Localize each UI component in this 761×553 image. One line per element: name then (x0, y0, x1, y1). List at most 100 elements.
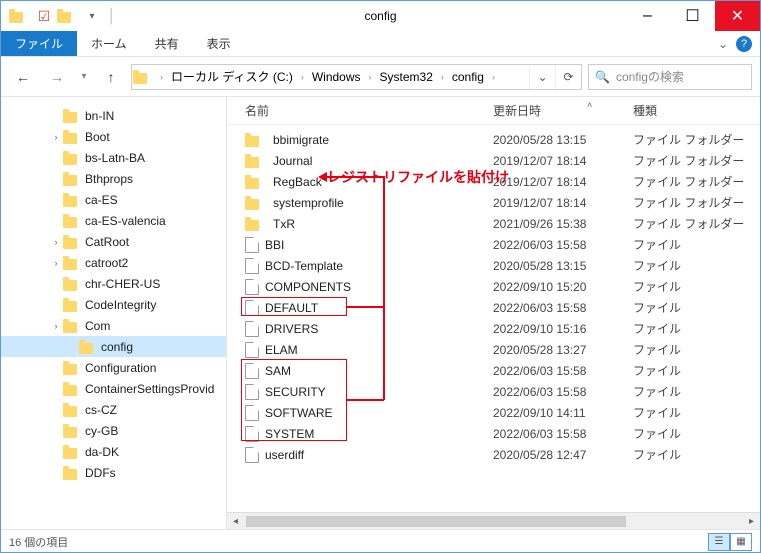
file-row[interactable]: userdiff2020/05/28 12:47ファイル (227, 444, 760, 465)
file-row[interactable]: DRIVERS2022/09/10 15:16ファイル (227, 318, 760, 339)
tree-item[interactable]: bn-IN (1, 105, 226, 126)
file-type: ファイル (633, 278, 760, 295)
back-button[interactable]: ← (9, 63, 37, 91)
file-row[interactable]: SYSTEM2022/06/03 15:58ファイル (227, 423, 760, 444)
crumb-config[interactable]: config (448, 70, 488, 84)
chevron-right-icon[interactable]: › (156, 72, 167, 82)
folder-icon (63, 319, 81, 333)
tree-twist-icon[interactable]: › (49, 132, 63, 142)
search-icon: 🔍 (595, 70, 610, 84)
tree-item[interactable]: ›Com (1, 315, 226, 336)
file-icon (245, 237, 259, 253)
thumbnails-view-button[interactable]: ▦ (730, 533, 752, 551)
tab-share[interactable]: 共有 (141, 31, 193, 56)
file-row[interactable]: bbimigrate2020/05/28 13:15ファイル フォルダー (227, 129, 760, 150)
tab-home[interactable]: ホーム (77, 31, 141, 56)
tree-item[interactable]: cs-CZ (1, 399, 226, 420)
file-row[interactable]: COMPONENTS2022/09/10 15:20ファイル (227, 276, 760, 297)
scroll-thumb[interactable] (246, 516, 626, 527)
scroll-left-icon[interactable]: ◂ (227, 514, 244, 529)
tree-item-label: da-DK (85, 445, 119, 459)
crumb-system32[interactable]: System32 (376, 70, 437, 84)
tree-item[interactable]: da-DK (1, 441, 226, 462)
up-button[interactable]: ↑ (97, 63, 125, 91)
file-row[interactable]: BCD-Template2020/05/28 13:15ファイル (227, 255, 760, 276)
horizontal-scrollbar[interactable]: ◂ ▸ (227, 512, 760, 529)
tree-item[interactable]: DDFs (1, 462, 226, 483)
address-dropdown-icon[interactable]: ⌄ (529, 65, 555, 89)
col-name[interactable]: 名前 (245, 102, 493, 119)
file-name: BBI (265, 238, 284, 252)
chevron-right-icon[interactable]: › (297, 72, 308, 82)
scroll-right-icon[interactable]: ▸ (743, 514, 760, 529)
file-row[interactable]: RegBack2019/12/07 18:14ファイル フォルダー (227, 171, 760, 192)
tab-file[interactable]: ファイル (1, 31, 77, 56)
tree-item[interactable]: ca-ES (1, 189, 226, 210)
tree-twist-icon[interactable]: › (49, 258, 63, 268)
minimize-button[interactable]: ‒ (625, 1, 670, 31)
tree-item[interactable]: chr-CHER-US (1, 273, 226, 294)
tree-item[interactable]: ›catroot2 (1, 252, 226, 273)
column-headers[interactable]: 名前 更新日時 種類 ˄ (227, 97, 760, 125)
file-list[interactable]: bbimigrate2020/05/28 13:15ファイル フォルダーJour… (227, 125, 760, 512)
ribbon-collapse-icon[interactable]: ⌄ (718, 37, 728, 51)
crumb-drive[interactable]: ローカル ディスク (C:) (167, 68, 297, 85)
refresh-button[interactable]: ⟳ (555, 65, 581, 89)
tree-item[interactable]: ContainerSettingsProvid (1, 378, 226, 399)
tree-item[interactable]: bs-Latn-BA (1, 147, 226, 168)
folder-icon (63, 298, 81, 312)
tree-item-label: chr-CHER-US (85, 277, 160, 291)
tree-twist-icon[interactable]: › (49, 321, 63, 331)
properties-icon[interactable]: ☑ (33, 5, 55, 27)
file-row[interactable]: SAM2022/06/03 15:58ファイル (227, 360, 760, 381)
file-icon (245, 342, 259, 358)
nav-tree[interactable]: bn-IN › Boot bs-Latn-BABthpropsca-ESca-ES-v… (1, 97, 226, 529)
file-type: ファイル フォルダー (633, 131, 760, 148)
folder-icon (63, 235, 81, 249)
folder-icon (63, 424, 81, 438)
maximize-button[interactable]: ☐ (670, 1, 715, 31)
col-type[interactable]: 種類 (633, 102, 760, 119)
recent-dropdown-icon[interactable]: ▾ (77, 63, 91, 91)
chevron-right-icon[interactable]: › (488, 72, 499, 82)
file-name: DEFAULT (265, 301, 318, 315)
tree-item[interactable]: › Boot (1, 126, 226, 147)
file-row[interactable]: BBI2022/06/03 15:58ファイル (227, 234, 760, 255)
folder-icon (63, 256, 81, 270)
help-icon[interactable]: ? (736, 36, 752, 52)
file-date: 2022/06/03 15:58 (493, 427, 633, 441)
tree-item[interactable]: CodeIntegrity (1, 294, 226, 315)
tree-item[interactable]: Bthprops (1, 168, 226, 189)
tree-item[interactable]: Configuration (1, 357, 226, 378)
tree-item[interactable]: cy-GB (1, 420, 226, 441)
file-row[interactable]: SOFTWARE2022/09/10 14:11ファイル (227, 402, 760, 423)
tab-view[interactable]: 表示 (193, 31, 245, 56)
col-date[interactable]: 更新日時 (493, 102, 633, 119)
file-row[interactable]: DEFAULT2022/06/03 15:58ファイル (227, 297, 760, 318)
file-row[interactable]: TxR2021/09/26 15:38ファイル フォルダー (227, 213, 760, 234)
file-row[interactable]: Journal2019/12/07 18:14ファイル フォルダー (227, 150, 760, 171)
tree-item[interactable]: ca-ES-valencia (1, 210, 226, 231)
crumb-windows[interactable]: Windows (308, 70, 365, 84)
tree-item[interactable]: ›CatRoot (1, 231, 226, 252)
file-row[interactable]: systemprofile2019/12/07 18:14ファイル フォルダー (227, 192, 760, 213)
file-name: ELAM (265, 343, 298, 357)
search-input[interactable]: 🔍 configの検索 (588, 64, 752, 90)
folder-icon (9, 5, 31, 27)
folder-icon (63, 151, 81, 165)
file-date: 2022/06/03 15:58 (493, 364, 633, 378)
address-bar[interactable]: › ローカル ディスク (C:) › Windows › System32 › … (131, 64, 582, 90)
forward-button[interactable]: → (43, 63, 71, 91)
file-row[interactable]: SECURITY2022/06/03 15:58ファイル (227, 381, 760, 402)
qat-dropdown-icon[interactable]: ▾ (81, 5, 103, 27)
tree-twist-icon[interactable]: › (49, 237, 63, 247)
tree-item-label: Boot (85, 130, 110, 144)
chevron-right-icon[interactable]: › (437, 72, 448, 82)
file-type: ファイル (633, 383, 760, 400)
file-row[interactable]: ELAM2020/05/28 13:27ファイル (227, 339, 760, 360)
chevron-right-icon[interactable]: › (365, 72, 376, 82)
close-button[interactable]: ✕ (715, 1, 760, 31)
new-folder-icon[interactable] (57, 5, 79, 27)
tree-item[interactable]: config (1, 336, 226, 357)
details-view-button[interactable]: ☰ (708, 533, 730, 551)
